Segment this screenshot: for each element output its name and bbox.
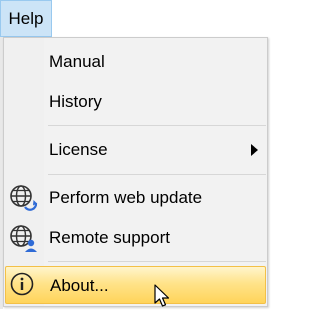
menu-item-label: License [49,140,108,159]
menu-bar: Help [0,0,270,37]
menu-separator [48,261,266,262]
submenu-arrow-icon [251,144,258,156]
menu-separator [48,174,266,175]
menu-item-label: Manual [49,52,105,71]
menu-separator [48,125,266,126]
menu-item-label: Perform web update [49,188,203,207]
menu-item-history[interactable]: History [5,83,266,121]
menu-item-label: About... [50,276,109,295]
menu-item-about[interactable]: About... [5,266,266,304]
info-icon [9,271,39,301]
help-menu-button[interactable]: Help [0,0,52,37]
globe-update-icon [8,183,38,213]
menu-item-license[interactable]: License [5,131,266,169]
globe-user-icon [8,223,38,253]
menu-item-web-update[interactable]: Perform web update [5,179,266,217]
help-dropdown-menu: Manual History License Perform web updat… [3,37,268,307]
menu-item-label: Remote support [49,228,170,247]
menu-item-remote-support[interactable]: Remote support [5,219,266,257]
menu-item-manual[interactable]: Manual [5,43,266,81]
menu-item-label: History [49,92,102,111]
mouse-pointer-icon [154,284,170,307]
